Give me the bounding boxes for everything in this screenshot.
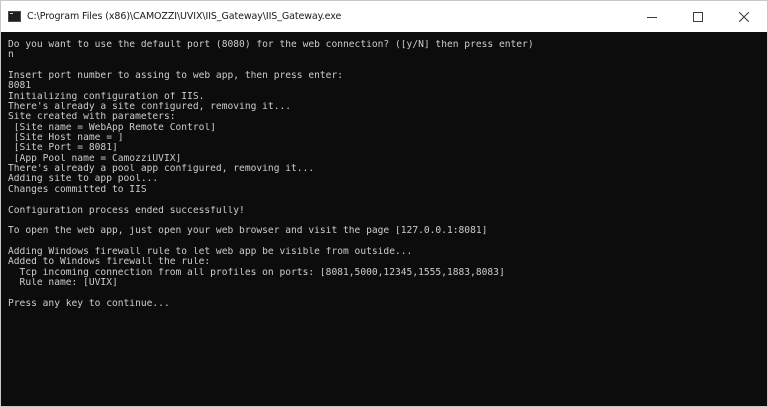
console-line: [Site Host name = ]: [8, 133, 124, 144]
close-button[interactable]: [721, 1, 767, 32]
console-line: Adding Windows firewall rule to let web …: [8, 246, 413, 257]
close-icon: [739, 11, 749, 22]
console-line: Added to Windows firewall the rule:: [8, 257, 211, 268]
console-output[interactable]: Do you want to use the default port (808…: [1, 32, 767, 406]
console-line: To open the web app, just open your web …: [8, 226, 488, 237]
console-app-icon[interactable]: [8, 11, 21, 22]
console-line: Do you want to use the default port (808…: [8, 40, 534, 50]
maximize-icon: [693, 11, 703, 22]
console-line: n: [8, 50, 14, 61]
console-line: Adding site to app pool...: [8, 174, 159, 185]
console-line: Tcp incoming connection from all profile…: [8, 267, 505, 278]
console-line: [Site name = WebApp Remote Control]: [8, 122, 216, 133]
minimize-button[interactable]: [629, 1, 675, 32]
minimize-icon: [647, 12, 657, 22]
console-line: Rule name: [UVIX]: [8, 277, 118, 288]
console-line: There's already a site configured, remov…: [8, 102, 292, 113]
console-line: Initializing configuration of IIS.: [8, 91, 205, 102]
console-line: Site created with parameters:: [8, 112, 176, 123]
console-window: C:\Program Files (x86)\CAMOZZI\UVIX\IIS_…: [0, 0, 768, 407]
console-line: Press any key to continue...: [8, 298, 170, 309]
console-line: [Site Port = 8081]: [8, 143, 118, 154]
maximize-button[interactable]: [675, 1, 721, 32]
window-title: C:\Program Files (x86)\CAMOZZI\UVIX\IIS_…: [27, 11, 342, 22]
console-line: There's already a pool app configured, r…: [8, 164, 315, 175]
console-line: Configuration process ended successfully…: [8, 205, 245, 216]
console-line: Changes committed to IIS: [8, 184, 147, 195]
console-line: 8081: [8, 81, 32, 92]
caption-buttons: [629, 1, 767, 32]
console-line: [App Pool name = CamozziUVIX]: [8, 153, 182, 164]
title-bar[interactable]: C:\Program Files (x86)\CAMOZZI\UVIX\IIS_…: [1, 1, 767, 32]
console-line: Insert port number to assing to web app,…: [8, 71, 344, 82]
